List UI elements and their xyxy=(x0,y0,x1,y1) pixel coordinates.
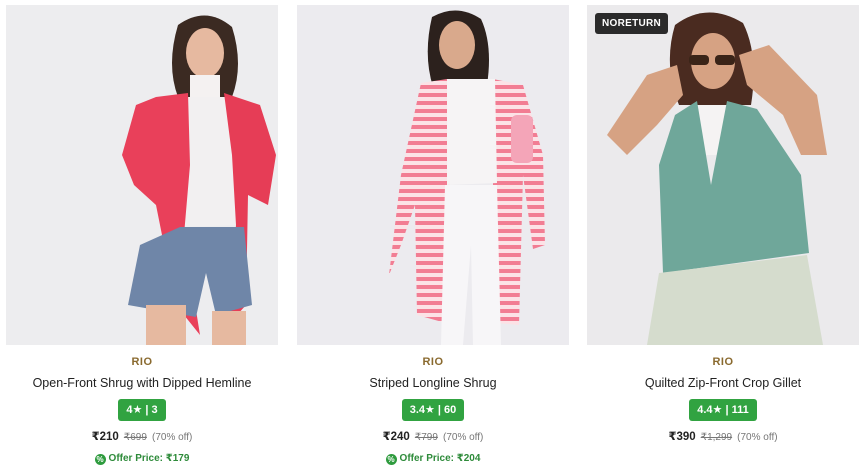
product-card[interactable]: RIO Striped Longline Shrug 3.4★ | 60 ₹24… xyxy=(297,5,569,471)
price-row: ₹390 ₹1,299 (70% off) xyxy=(587,430,859,444)
mrp-price: ₹699 xyxy=(123,432,147,443)
mrp-price: ₹1,299 xyxy=(700,432,733,443)
selling-price: ₹240 xyxy=(382,431,410,443)
model-green-gillet-image xyxy=(587,5,859,345)
product-name[interactable]: Quilted Zip-Front Crop Gillet xyxy=(587,376,859,392)
product-grid: RIO Open-Front Shrug with Dipped Hemline… xyxy=(0,0,866,471)
model-striped-shrug-image xyxy=(297,5,569,345)
product-name[interactable]: Striped Longline Shrug xyxy=(297,376,569,392)
product-brand: RIO xyxy=(131,356,153,368)
product-brand: RIO xyxy=(712,356,734,368)
product-image[interactable]: NORETURN xyxy=(587,5,859,345)
price-row: ₹240 ₹799 (70% off) xyxy=(297,430,569,444)
offer-price-label: Offer Price: ₹179 xyxy=(108,453,190,464)
model-red-shrug-image xyxy=(6,5,278,345)
offer-tag-icon: % xyxy=(94,454,106,465)
mrp-price: ₹799 xyxy=(414,432,438,443)
offer-price-label: Offer Price: ₹204 xyxy=(399,453,481,464)
offer-price: % Offer Price: ₹204 xyxy=(297,452,569,466)
product-card[interactable]: NORETURN RIO Quilted Zip-Front Crop Gill… xyxy=(587,5,859,471)
product-card[interactable]: RIO Open-Front Shrug with Dipped Hemline… xyxy=(6,5,278,471)
selling-price: ₹210 xyxy=(91,431,119,443)
selling-price: ₹390 xyxy=(668,431,696,443)
rating-badge: 4.4★ | 111 xyxy=(689,399,757,421)
rating-badge: 3.4★ | 60 xyxy=(401,399,465,421)
product-image[interactable] xyxy=(6,5,278,345)
rating-badge: 4★ | 3 xyxy=(118,399,166,421)
price-row: ₹210 ₹699 (70% off) xyxy=(6,430,278,444)
discount-percent: (70% off) xyxy=(737,432,778,443)
offer-price: % Offer Price: ₹179 xyxy=(6,452,278,466)
offer-tag-icon: % xyxy=(385,454,397,465)
product-brand: RIO xyxy=(422,356,444,368)
product-image[interactable] xyxy=(297,5,569,345)
product-name[interactable]: Open-Front Shrug with Dipped Hemline xyxy=(6,376,278,392)
discount-percent: (70% off) xyxy=(151,432,193,443)
discount-percent: (70% off) xyxy=(442,432,484,443)
noreturn-badge: NORETURN xyxy=(595,13,669,34)
